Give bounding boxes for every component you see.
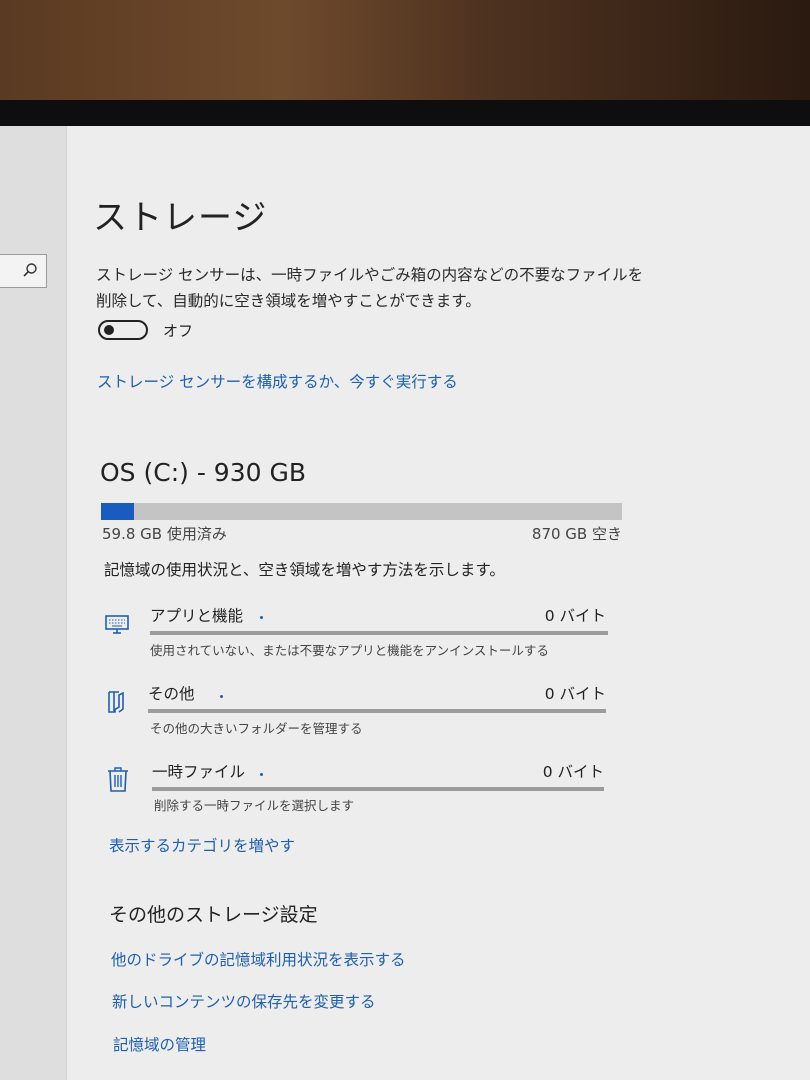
drive-usage-fill bbox=[101, 503, 135, 520]
usage-summary: 記憶域の使用状況と、空き領域を増やす方法を示します。 bbox=[104, 561, 505, 579]
loading-dot bbox=[260, 773, 263, 776]
toggle-knob bbox=[104, 325, 114, 335]
show-more-categories-link[interactable]: 表示するカテゴリを増やす bbox=[109, 834, 295, 856]
loading-dot bbox=[260, 616, 263, 619]
category-subtitle: その他の大きいフォルダーを管理する bbox=[150, 721, 363, 736]
category-size: 0 バイト bbox=[544, 607, 606, 625]
category-name: アプリと機能 bbox=[150, 607, 244, 625]
category-apps[interactable]: アプリと機能 0 バイト 使用されていない、または不要なアプリと機能をアンインス… bbox=[104, 607, 608, 662]
storage-sense-toggle[interactable] bbox=[98, 320, 148, 340]
category-name: その他 bbox=[148, 685, 195, 703]
category-subtitle: 削除する一時ファイルを選択します bbox=[154, 798, 355, 813]
configure-storage-sense-link[interactable]: ストレージ センサーを構成するか、今すぐ実行する bbox=[97, 370, 458, 392]
category-usage-bar bbox=[152, 787, 604, 791]
manage-storage-link[interactable]: 記憶域の管理 bbox=[113, 1033, 206, 1055]
drive-free-label: 870 GB 空き bbox=[531, 525, 622, 543]
view-other-drives-link[interactable]: 他のドライブの記憶域利用状況を表示する bbox=[111, 948, 406, 970]
category-size: 0 バイト bbox=[544, 685, 606, 703]
folder-icon bbox=[108, 691, 124, 713]
more-storage-settings-heading: その他のストレージ設定 bbox=[109, 904, 318, 926]
monitor-bezel bbox=[0, 100, 810, 126]
background-wall bbox=[0, 0, 810, 100]
category-usage-bar bbox=[150, 631, 608, 635]
category-name: 一時ファイル bbox=[152, 763, 246, 781]
category-usage-bar bbox=[148, 709, 606, 713]
toggle-state-label: オフ bbox=[163, 322, 194, 340]
keyboard-icon bbox=[105, 615, 129, 634]
drive-used-label: 59.8 GB 使用済み bbox=[102, 525, 227, 543]
category-temp-files[interactable]: 一時ファイル 0 バイト 削除する一時ファイルを選択します bbox=[106, 763, 606, 818]
storage-page: ストレージ ストレージ センサーは、一時ファイルやごみ箱の内容などの不要なファイ… bbox=[0, 126, 810, 1080]
category-subtitle: 使用されていない、または不要なアプリと機能をアンインストールする bbox=[150, 643, 549, 658]
loading-dot bbox=[220, 695, 223, 698]
page-title: ストレージ bbox=[93, 198, 268, 238]
change-save-location-link[interactable]: 新しいコンテンツの保存先を変更する bbox=[112, 990, 376, 1012]
drive-title[interactable]: OS (C:) - 930 GB bbox=[100, 458, 306, 487]
drive-usage-bar bbox=[101, 503, 622, 520]
category-other[interactable]: その他 0 バイト その他の大きいフォルダーを管理する bbox=[104, 685, 606, 740]
category-size: 0 バイト bbox=[542, 763, 604, 781]
trash-icon bbox=[108, 767, 128, 792]
storage-sense-description: ストレージ センサーは、一時ファイルやごみ箱の内容などの不要なファイルを削除して… bbox=[96, 266, 644, 310]
settings-window: ストレージ ストレージ センサーは、一時ファイルやごみ箱の内容などの不要なファイ… bbox=[0, 126, 810, 1080]
